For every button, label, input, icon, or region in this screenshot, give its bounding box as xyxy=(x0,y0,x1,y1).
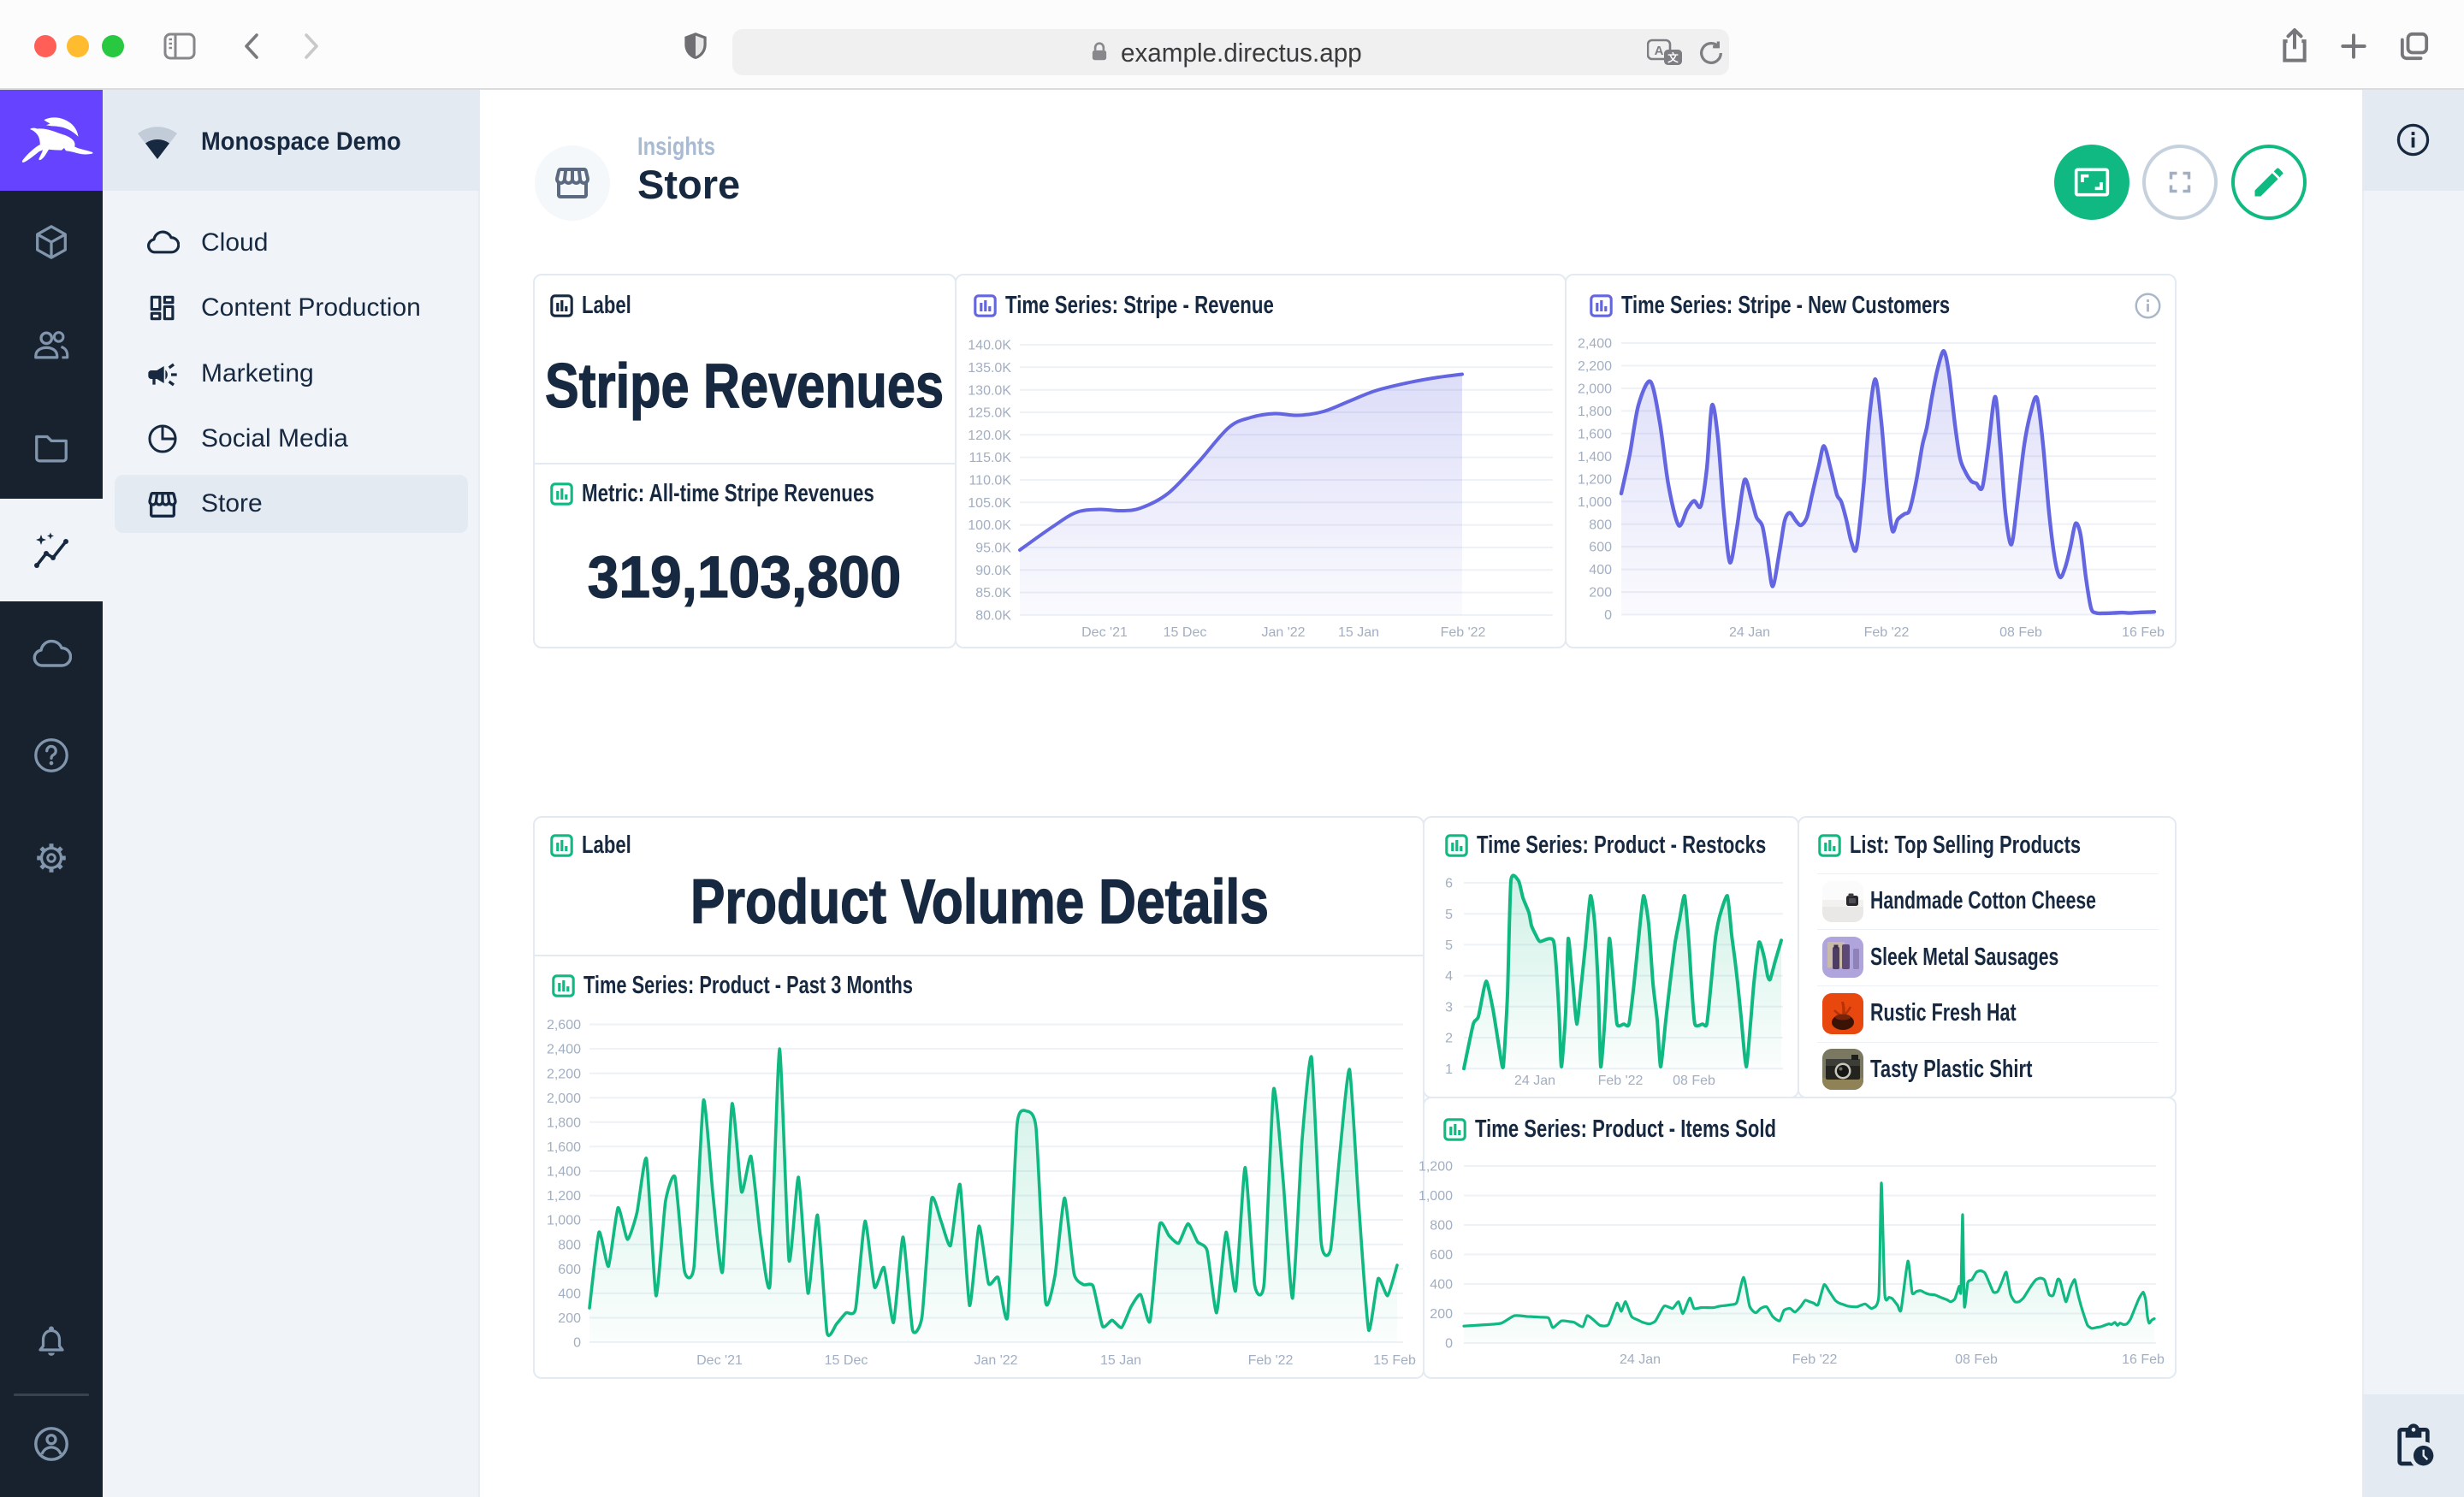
svg-text:1,000: 1,000 xyxy=(547,1214,581,1228)
svg-text:1,800: 1,800 xyxy=(547,1115,581,1130)
svg-text:200: 200 xyxy=(558,1311,581,1326)
svg-text:1,600: 1,600 xyxy=(547,1140,581,1155)
svg-text:2,200: 2,200 xyxy=(1578,359,1612,374)
svg-text:15 Jan: 15 Jan xyxy=(1100,1353,1141,1368)
svg-text:1: 1 xyxy=(1445,1062,1453,1077)
svg-text:1,200: 1,200 xyxy=(547,1189,581,1204)
svg-text:5: 5 xyxy=(1445,938,1453,953)
svg-text:5: 5 xyxy=(1445,908,1453,922)
svg-text:600: 600 xyxy=(558,1263,581,1277)
svg-text:Feb '22: Feb '22 xyxy=(1792,1352,1838,1367)
svg-text:200: 200 xyxy=(1430,1307,1453,1322)
svg-text:16 Feb: 16 Feb xyxy=(2122,1352,2165,1367)
svg-text:105.0K: 105.0K xyxy=(968,496,1011,511)
svg-text:Jan '22: Jan '22 xyxy=(1261,625,1305,640)
svg-text:115.0K: 115.0K xyxy=(968,451,1011,465)
svg-text:80.0K: 80.0K xyxy=(975,609,1011,624)
svg-text:4: 4 xyxy=(1445,969,1453,984)
svg-text:Feb '22: Feb '22 xyxy=(1864,625,1910,640)
svg-text:85.0K: 85.0K xyxy=(975,586,1011,601)
svg-text:Dec '21: Dec '21 xyxy=(1081,625,1128,640)
svg-text:90.0K: 90.0K xyxy=(975,564,1011,578)
svg-text:Feb '22: Feb '22 xyxy=(1248,1353,1294,1368)
svg-text:120.0K: 120.0K xyxy=(968,429,1011,443)
svg-text:15 Dec: 15 Dec xyxy=(1164,625,1207,640)
svg-text:600: 600 xyxy=(1430,1248,1453,1263)
svg-text:1,600: 1,600 xyxy=(1578,427,1612,441)
svg-text:0: 0 xyxy=(573,1336,581,1351)
svg-text:800: 800 xyxy=(1589,518,1612,532)
svg-text:800: 800 xyxy=(1430,1219,1453,1234)
svg-text:100.0K: 100.0K xyxy=(968,518,1011,533)
svg-text:Jan '22: Jan '22 xyxy=(974,1353,1017,1368)
svg-text:0: 0 xyxy=(1604,608,1612,623)
svg-text:1,000: 1,000 xyxy=(1578,495,1612,510)
svg-text:2,600: 2,600 xyxy=(547,1018,581,1033)
svg-text:95.0K: 95.0K xyxy=(975,541,1011,556)
svg-text:135.0K: 135.0K xyxy=(968,361,1011,376)
svg-text:1,400: 1,400 xyxy=(1578,450,1612,464)
svg-text:08 Feb: 08 Feb xyxy=(1999,625,2042,640)
svg-text:15 Dec: 15 Dec xyxy=(825,1353,868,1368)
svg-text:Feb '22: Feb '22 xyxy=(1598,1074,1644,1088)
svg-text:200: 200 xyxy=(1589,586,1612,601)
svg-text:Feb '22: Feb '22 xyxy=(1441,625,1486,640)
svg-text:08 Feb: 08 Feb xyxy=(1955,1352,1998,1367)
svg-text:2,400: 2,400 xyxy=(1578,337,1612,352)
svg-text:1,200: 1,200 xyxy=(1419,1160,1453,1175)
svg-text:1,200: 1,200 xyxy=(1578,472,1612,487)
svg-text:2,200: 2,200 xyxy=(547,1067,581,1081)
svg-text:2,000: 2,000 xyxy=(547,1092,581,1106)
svg-text:140.0K: 140.0K xyxy=(968,339,1011,353)
svg-text:130.0K: 130.0K xyxy=(968,383,1011,398)
svg-text:1,000: 1,000 xyxy=(1419,1189,1453,1204)
svg-text:6: 6 xyxy=(1445,877,1453,891)
svg-text:1,400: 1,400 xyxy=(547,1165,581,1180)
svg-text:15 Feb: 15 Feb xyxy=(1373,1353,1416,1368)
svg-text:400: 400 xyxy=(558,1287,581,1302)
svg-text:400: 400 xyxy=(1589,563,1612,577)
svg-text:2,400: 2,400 xyxy=(547,1043,581,1057)
svg-text:24 Jan: 24 Jan xyxy=(1620,1352,1661,1367)
svg-text:800: 800 xyxy=(558,1238,581,1252)
svg-text:16 Feb: 16 Feb xyxy=(2122,625,2165,640)
svg-text:1,800: 1,800 xyxy=(1578,405,1612,419)
svg-text:125.0K: 125.0K xyxy=(968,406,1011,421)
svg-text:400: 400 xyxy=(1430,1278,1453,1293)
svg-text:24 Jan: 24 Jan xyxy=(1729,625,1770,640)
svg-text:24 Jan: 24 Jan xyxy=(1514,1074,1555,1088)
svg-text:15 Jan: 15 Jan xyxy=(1338,625,1379,640)
svg-text:2: 2 xyxy=(1445,1032,1453,1046)
svg-text:08 Feb: 08 Feb xyxy=(1673,1074,1715,1088)
svg-text:3: 3 xyxy=(1445,1000,1453,1015)
svg-text:600: 600 xyxy=(1589,541,1612,555)
svg-text:110.0K: 110.0K xyxy=(968,474,1011,488)
svg-text:Dec '21: Dec '21 xyxy=(696,1353,743,1368)
svg-text:0: 0 xyxy=(1445,1337,1453,1352)
svg-text:2,000: 2,000 xyxy=(1578,382,1612,397)
